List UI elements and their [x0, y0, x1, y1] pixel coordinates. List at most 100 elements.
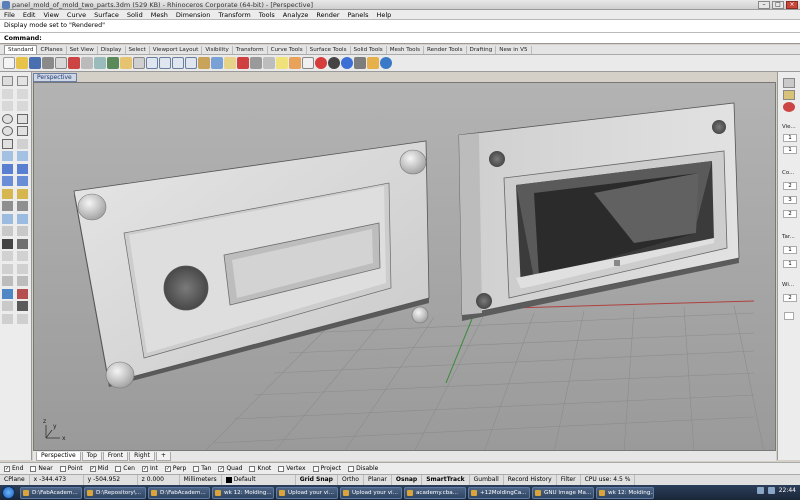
options-gear-icon[interactable]	[367, 57, 379, 69]
arc-icon[interactable]	[17, 113, 28, 124]
panel-value-1[interactable]: 1	[783, 134, 797, 142]
analyze-icon[interactable]	[2, 288, 13, 299]
line-icon[interactable]	[2, 101, 13, 111]
explode-icon[interactable]	[17, 213, 28, 224]
osnap-vertex[interactable]: Vertex	[278, 465, 306, 472]
osnap-int-checkbox[interactable]: ✓	[141, 465, 148, 472]
print-preview-icon[interactable]	[354, 57, 366, 69]
tab-visibility[interactable]: Visibility	[202, 46, 233, 54]
panel-value-6[interactable]: 1	[783, 246, 797, 254]
menu-curve[interactable]: Curve	[67, 11, 86, 19]
menu-solid[interactable]: Solid	[127, 11, 143, 19]
panel-checkbox[interactable]	[784, 312, 794, 320]
panel-layers-icon[interactable]	[783, 90, 795, 100]
chamfer-icon[interactable]	[17, 201, 28, 211]
array-icon[interactable]	[17, 263, 28, 274]
mesh-sphere-icon[interactable]	[17, 188, 28, 199]
osnap-mid-checkbox[interactable]: ✓	[89, 465, 96, 472]
pan-hand-icon[interactable]	[120, 57, 132, 69]
point-icon[interactable]	[17, 76, 28, 86]
scale-icon[interactable]	[17, 251, 28, 261]
osnap-knot[interactable]: Knot	[249, 465, 271, 472]
tab-new-in-v5[interactable]: New in V5	[496, 46, 532, 54]
shaded-sphere-icon[interactable]	[328, 57, 340, 69]
taskbar-item-1[interactable]: D:\FabAcadem...	[20, 486, 82, 499]
maximize-button[interactable]: □	[772, 1, 784, 9]
polygon-icon[interactable]	[2, 138, 13, 149]
layer-icon[interactable]	[302, 57, 314, 69]
osnap-knot-checkbox[interactable]	[249, 465, 256, 472]
cut-icon[interactable]	[68, 57, 80, 69]
freeform-curve-icon[interactable]	[17, 101, 28, 111]
group-icon[interactable]	[2, 301, 13, 311]
tab-transform[interactable]: Transform	[233, 46, 268, 54]
new-file-icon[interactable]	[3, 57, 15, 69]
menu-tools[interactable]: Tools	[259, 11, 275, 19]
check-mark-icon[interactable]	[17, 301, 28, 311]
lock-objects-icon[interactable]	[263, 57, 275, 69]
network-icon[interactable]	[756, 487, 764, 494]
tab-cplanes[interactable]: CPlanes	[37, 46, 67, 54]
split-icon[interactable]	[17, 226, 28, 236]
tab-drafting[interactable]: Drafting	[467, 46, 497, 54]
osnap-project-checkbox[interactable]	[312, 465, 319, 472]
print-icon[interactable]	[42, 57, 54, 69]
osnap-perp-checkbox[interactable]: ✓	[164, 465, 171, 472]
tab-standard[interactable]: Standard	[4, 45, 38, 54]
trim-icon[interactable]	[2, 226, 13, 236]
rotate-view-icon[interactable]	[133, 57, 145, 69]
add-viewport-tab[interactable]: +	[155, 451, 171, 461]
cylinder-solid-icon[interactable]	[17, 163, 28, 174]
import-icon[interactable]	[55, 57, 67, 69]
extrude-solid-icon[interactable]	[2, 176, 13, 186]
osnap-perp[interactable]: ✓ Perp	[164, 465, 186, 472]
render-sphere-icon[interactable]	[315, 57, 327, 69]
osnap-end[interactable]: ✓ End	[4, 465, 23, 472]
osnap-quad[interactable]: ✓ Quad	[218, 465, 242, 472]
panel-value-4[interactable]: 3	[783, 196, 797, 204]
extrude-surface-icon[interactable]	[17, 151, 28, 161]
text-icon[interactable]	[17, 138, 28, 149]
status-gumball[interactable]: Gumball	[470, 475, 504, 485]
zoom-window-icon[interactable]	[159, 57, 171, 69]
menu-edit[interactable]: Edit	[23, 11, 36, 19]
tab-right[interactable]: Right	[129, 451, 155, 461]
zoom-icon[interactable]	[146, 57, 158, 69]
close-button[interactable]: ×	[786, 1, 798, 9]
menu-analyze[interactable]: Analyze	[283, 11, 309, 19]
start-button-icon[interactable]	[2, 486, 15, 499]
status-record-history[interactable]: Record History	[504, 475, 557, 485]
tab-select[interactable]: Select	[126, 46, 150, 54]
osnap-cen[interactable]: Cen	[115, 465, 135, 472]
status-smarttrack[interactable]: SmartTrack	[422, 475, 470, 485]
taskbar-item-7[interactable]: academy.cba...	[404, 486, 466, 499]
gumball-icon[interactable]	[17, 313, 28, 324]
cplane-icon[interactable]	[224, 57, 236, 69]
menu-file[interactable]: File	[4, 11, 15, 19]
status-units[interactable]: Millimeters	[180, 475, 222, 485]
rectangle-icon[interactable]	[17, 126, 28, 136]
perspective-viewport[interactable]: x y z	[33, 82, 776, 451]
paste-icon[interactable]	[94, 57, 106, 69]
command-line[interactable]: Command:	[0, 33, 800, 44]
taskbar-item-9[interactable]: GNU Image Ma...	[532, 486, 594, 499]
osnap-near-checkbox[interactable]	[30, 465, 37, 472]
ellipse-icon[interactable]	[2, 126, 13, 136]
viewport-title-tab[interactable]: Perspective	[33, 73, 77, 82]
zoom-extents-icon[interactable]	[172, 57, 184, 69]
volume-icon[interactable]	[767, 487, 775, 494]
leader-icon[interactable]	[17, 276, 28, 286]
panel-properties-icon[interactable]	[783, 78, 795, 88]
fillet-icon[interactable]	[2, 201, 13, 211]
properties-icon[interactable]	[289, 57, 301, 69]
copy-icon[interactable]	[81, 57, 93, 69]
osnap-tan-checkbox[interactable]	[193, 465, 200, 472]
tab-surface-tools[interactable]: Surface Tools	[307, 46, 351, 54]
taskbar-item-5[interactable]: Upload your vi...	[276, 486, 338, 499]
panel-value-5[interactable]: 2	[783, 210, 797, 218]
panel-value-2[interactable]: 1	[783, 146, 797, 154]
box-solid-icon[interactable]	[2, 163, 13, 174]
select-all-icon[interactable]	[237, 57, 249, 69]
four-viewports-icon[interactable]	[211, 57, 223, 69]
taskbar-item-3[interactable]: D:\FabAcadem...	[148, 486, 210, 499]
